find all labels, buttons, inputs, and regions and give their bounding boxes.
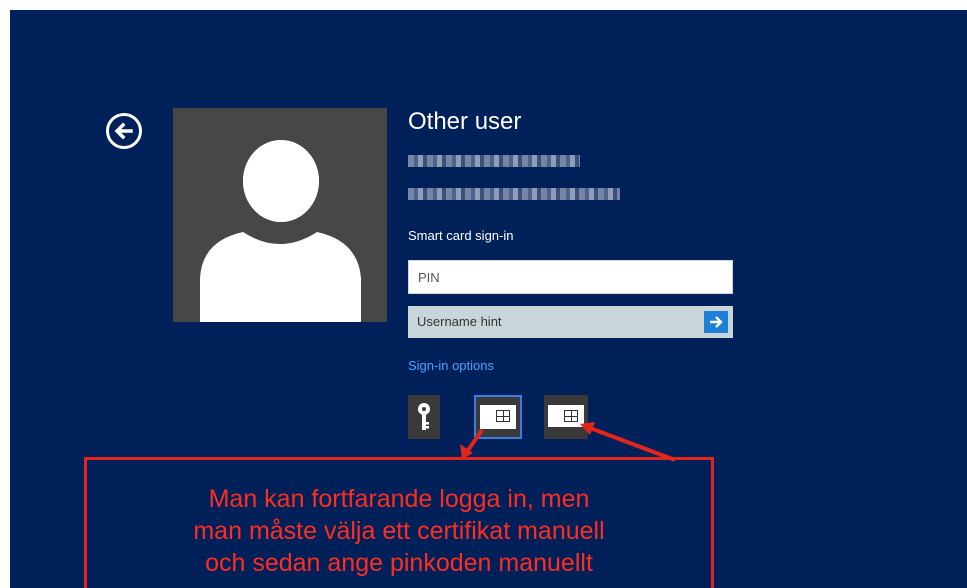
annotation-line-3: och sedan ange pinkoden manuellt xyxy=(205,549,593,577)
annotation-line-1: Man kan fortfarande logga in, men xyxy=(208,485,590,513)
annotation-line-2: man måste välja ett certifikat manuell xyxy=(193,517,605,545)
annotation-callout-box: Man kan fortfarande logga in, men man må… xyxy=(84,457,714,588)
login-screen: Other user Smart card sign-in Username h… xyxy=(10,10,967,588)
arrow-line-right xyxy=(589,426,676,462)
